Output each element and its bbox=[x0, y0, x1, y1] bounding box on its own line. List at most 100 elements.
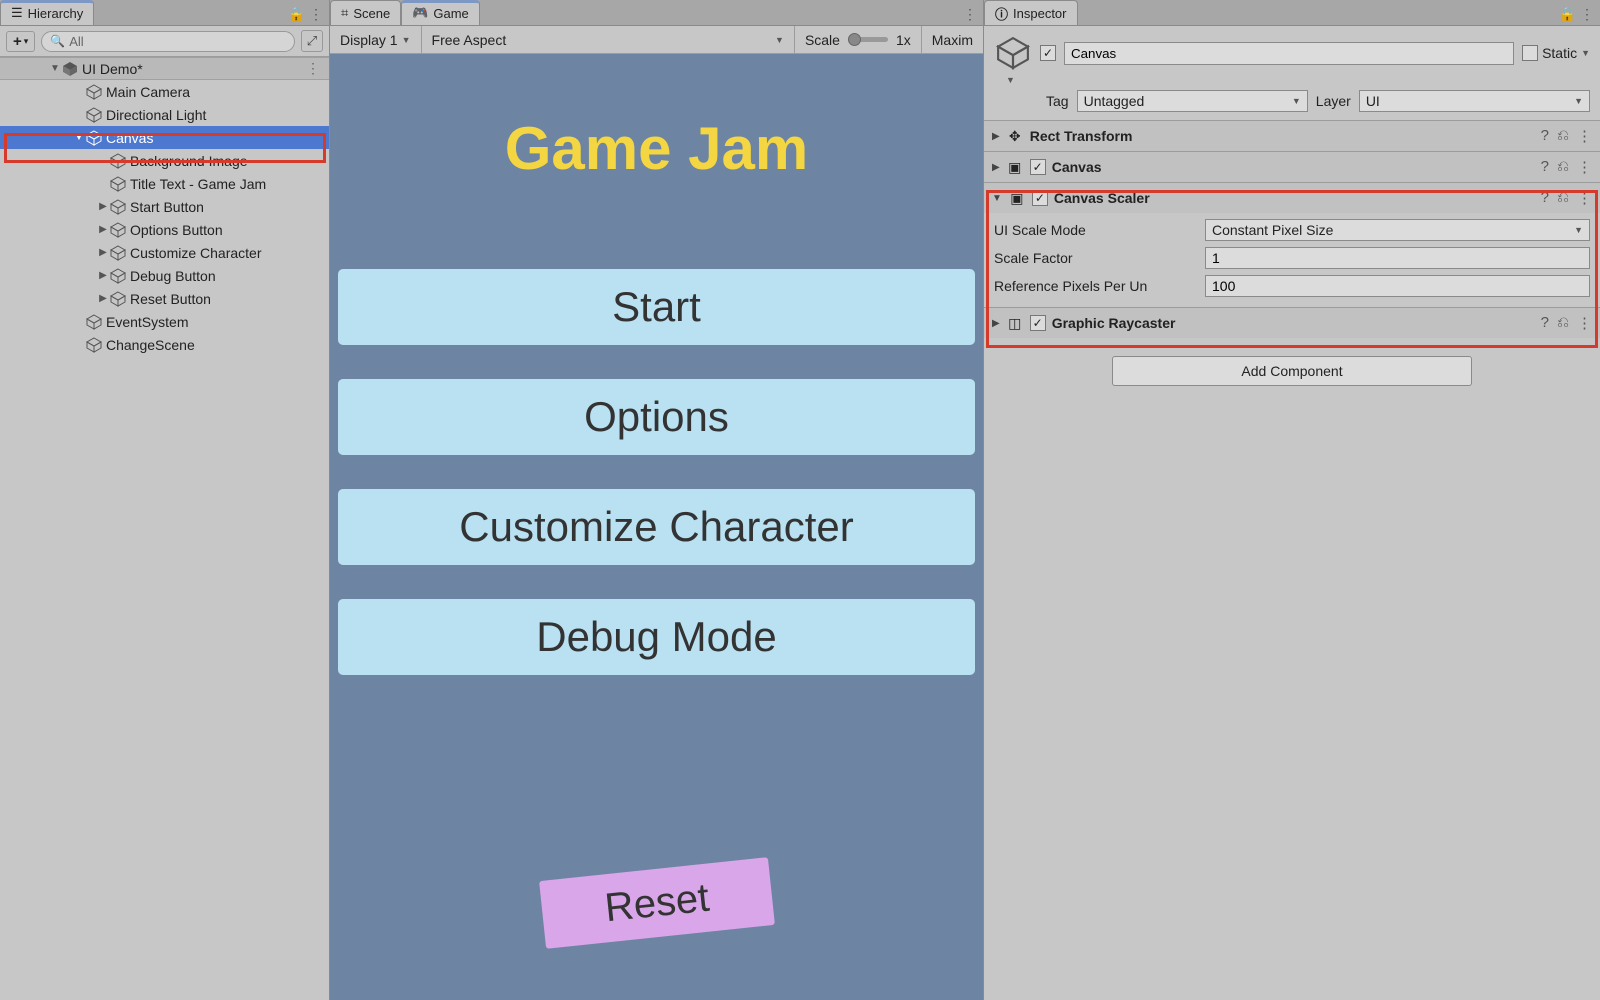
game-debug-button[interactable]: Debug Mode bbox=[338, 599, 975, 675]
tree-item-canvas[interactable]: ▼ Canvas bbox=[0, 126, 329, 149]
add-component-button[interactable]: Add Component bbox=[1112, 356, 1472, 386]
menu-icon[interactable]: ⋮ bbox=[1577, 314, 1592, 332]
tree-item-directional-light[interactable]: Directional Light bbox=[0, 103, 329, 126]
help-icon[interactable]: ? bbox=[1541, 158, 1549, 176]
scene-icon: ⌗ bbox=[341, 5, 348, 21]
panel-menu-icon[interactable]: ⋮ bbox=[309, 6, 323, 23]
ui-scale-mode-dropdown[interactable]: Constant Pixel Size▼ bbox=[1205, 219, 1590, 241]
aspect-dropdown[interactable]: Free Aspect▼ bbox=[422, 26, 795, 53]
panel-menu-icon[interactable]: ⋮ bbox=[963, 6, 977, 23]
foldout-icon[interactable]: ▶ bbox=[992, 162, 1000, 173]
scale-slider[interactable] bbox=[848, 37, 888, 42]
help-icon[interactable]: ? bbox=[1541, 189, 1549, 207]
chevron-down-icon[interactable]: ▼ bbox=[1581, 48, 1590, 58]
component-graphic-raycaster: ▶ ◫ ✓ Graphic Raycaster ?⎌⋮ bbox=[984, 307, 1600, 338]
tree-item-options-button[interactable]: ▶ Options Button bbox=[0, 218, 329, 241]
game-panel: ⌗ Scene 🎮 Game ⋮ Display 1▼ Free Aspect▼… bbox=[330, 0, 984, 1000]
component-header[interactable]: ▶ ▣ ✓ Canvas ?⎌⋮ bbox=[984, 152, 1600, 182]
foldout-icon[interactable]: ▶ bbox=[96, 293, 110, 304]
scale-control[interactable]: Scale 1x bbox=[795, 26, 922, 53]
ref-pixels-label: Reference Pixels Per Un bbox=[994, 278, 1199, 294]
button-label: Options bbox=[584, 393, 729, 441]
tree-item-debug-button[interactable]: ▶ Debug Button bbox=[0, 264, 329, 287]
display-dropdown[interactable]: Display 1▼ bbox=[330, 26, 422, 53]
search-input[interactable]: 🔍 All bbox=[41, 31, 295, 52]
tree-item-main-camera[interactable]: Main Camera bbox=[0, 80, 329, 103]
foldout-icon[interactable]: ▼ bbox=[72, 132, 86, 143]
tree-item-start-button[interactable]: ▶ Start Button bbox=[0, 195, 329, 218]
component-header[interactable]: ▶ ✥ Rect Transform ?⎌⋮ bbox=[984, 121, 1600, 151]
tab-game[interactable]: 🎮 Game bbox=[401, 0, 480, 25]
gameobject-icon bbox=[86, 107, 102, 123]
foldout-icon[interactable]: ▼ bbox=[48, 63, 62, 74]
enable-checkbox[interactable]: ✓ bbox=[1032, 190, 1048, 206]
tab-game-label: Game bbox=[433, 6, 468, 21]
tree-item-eventsystem[interactable]: EventSystem bbox=[0, 310, 329, 333]
preset-icon[interactable]: ⎌ bbox=[1557, 314, 1569, 332]
tag-dropdown[interactable]: Untagged▼ bbox=[1077, 90, 1308, 112]
item-label: ChangeScene bbox=[106, 337, 195, 353]
tree-item-background[interactable]: Background Image - bbox=[0, 149, 329, 172]
gameobject-icon bbox=[110, 268, 126, 284]
tree-item-customize[interactable]: ▶ Customize Character bbox=[0, 241, 329, 264]
menu-icon[interactable]: ⋮ bbox=[1577, 189, 1592, 207]
scene-row[interactable]: ▼ UI Demo* ⋮ bbox=[0, 57, 329, 80]
panel-menu-icon[interactable]: ⋮ bbox=[1580, 6, 1594, 23]
help-icon[interactable]: ? bbox=[1541, 314, 1549, 332]
static-label: Static bbox=[1542, 45, 1577, 61]
gameobject-icon[interactable] bbox=[994, 34, 1032, 72]
tree-item-changescene[interactable]: ChangeScene bbox=[0, 333, 329, 356]
tab-hierarchy-label: Hierarchy bbox=[28, 6, 84, 21]
mode-value: Constant Pixel Size bbox=[1212, 222, 1333, 238]
game-reset-button[interactable]: Reset bbox=[539, 857, 775, 949]
item-label: Reset Button bbox=[130, 291, 211, 307]
component-title: Graphic Raycaster bbox=[1052, 315, 1535, 331]
menu-icon[interactable]: ⋮ bbox=[1577, 127, 1592, 145]
display-label: Display 1 bbox=[340, 32, 398, 48]
lock-icon[interactable]: 🔒 bbox=[288, 6, 305, 23]
ref-pixels-field[interactable] bbox=[1205, 275, 1590, 297]
game-customize-button[interactable]: Customize Character bbox=[338, 489, 975, 565]
foldout-icon[interactable]: ▼ bbox=[992, 193, 1002, 204]
object-name-field[interactable] bbox=[1064, 42, 1514, 65]
maximize-button[interactable]: Maxim bbox=[922, 26, 983, 53]
item-label: Main Camera bbox=[106, 84, 190, 100]
static-checkbox[interactable] bbox=[1522, 45, 1538, 61]
preset-icon[interactable]: ⎌ bbox=[1557, 127, 1569, 145]
menu-icon[interactable]: ⋮ bbox=[1577, 158, 1592, 176]
enable-checkbox[interactable]: ✓ bbox=[1030, 159, 1046, 175]
gameobject-icon bbox=[86, 84, 102, 100]
search-placeholder: All bbox=[69, 34, 83, 49]
tab-hierarchy[interactable]: ☰ Hierarchy bbox=[0, 0, 94, 25]
create-dropdown[interactable]: +▾ bbox=[6, 31, 35, 52]
chevron-down-icon[interactable]: ▼ bbox=[1006, 75, 1015, 85]
tab-scene[interactable]: ⌗ Scene bbox=[330, 0, 401, 25]
component-canvas: ▶ ▣ ✓ Canvas ?⎌⋮ bbox=[984, 151, 1600, 182]
search-by-type-button[interactable]: ⤢ bbox=[301, 30, 323, 52]
component-header[interactable]: ▼ ▣ ✓ Canvas Scaler ?⎌⋮ bbox=[984, 183, 1600, 213]
active-checkbox[interactable]: ✓ bbox=[1040, 45, 1056, 61]
foldout-icon[interactable]: ▶ bbox=[992, 131, 1000, 142]
tab-inspector[interactable]: ⓘ Inspector bbox=[984, 0, 1078, 25]
tree-item-title-text[interactable]: Title Text - Game Jam bbox=[0, 172, 329, 195]
lock-icon[interactable]: 🔒 bbox=[1559, 6, 1576, 23]
foldout-icon[interactable]: ▶ bbox=[96, 201, 110, 212]
game-start-button[interactable]: Start bbox=[338, 269, 975, 345]
gameobject-icon bbox=[86, 130, 102, 146]
preset-icon[interactable]: ⎌ bbox=[1557, 189, 1569, 207]
foldout-icon[interactable]: ▶ bbox=[96, 247, 110, 258]
hierarchy-tree: ▼ UI Demo* ⋮ Main Camera Directional Lig… bbox=[0, 57, 329, 1000]
help-icon[interactable]: ? bbox=[1541, 127, 1549, 145]
foldout-icon[interactable]: ▶ bbox=[992, 318, 1000, 329]
component-header[interactable]: ▶ ◫ ✓ Graphic Raycaster ?⎌⋮ bbox=[984, 308, 1600, 338]
foldout-icon[interactable]: ▶ bbox=[96, 270, 110, 281]
preset-icon[interactable]: ⎌ bbox=[1557, 158, 1569, 176]
enable-checkbox[interactable]: ✓ bbox=[1030, 315, 1046, 331]
scale-factor-field[interactable] bbox=[1205, 247, 1590, 269]
game-options-button[interactable]: Options bbox=[338, 379, 975, 455]
layer-dropdown[interactable]: UI▼ bbox=[1359, 90, 1590, 112]
scene-menu-icon[interactable]: ⋮ bbox=[306, 60, 321, 77]
foldout-icon[interactable]: ▶ bbox=[96, 224, 110, 235]
tree-item-reset-button[interactable]: ▶ Reset Button bbox=[0, 287, 329, 310]
item-label: Directional Light bbox=[106, 107, 206, 123]
